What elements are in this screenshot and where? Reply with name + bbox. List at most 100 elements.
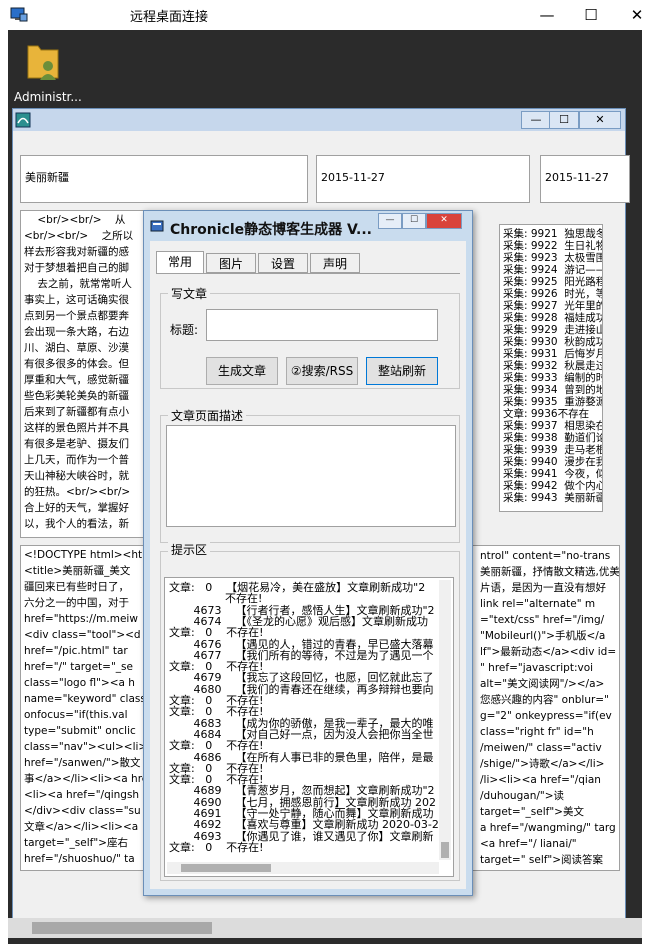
app-maximize-button[interactable]: ☐ xyxy=(549,111,579,129)
article-text-line: 事实上，这可话确实很 xyxy=(24,294,129,306)
dialog-minimize-button[interactable]: — xyxy=(378,213,402,229)
app-icon xyxy=(15,112,31,128)
tab-images[interactable]: 图片 xyxy=(206,253,256,273)
article-text-line: 厚重和大气，感觉新疆 xyxy=(24,374,129,386)
tab-general[interactable]: 常用 xyxy=(156,251,204,273)
remote-desktop-icon xyxy=(10,7,28,22)
list-item: 采集: 9935 重游婺源 xyxy=(503,396,603,408)
desktop-horizontal-scrollbar[interactable] xyxy=(8,918,642,938)
log-line: 文章: 0 不存在! xyxy=(169,840,264,854)
html-source-line-right: "Mobileurl()">手机版</a xyxy=(480,630,606,642)
list-item: 采集: 9926 时光，等 xyxy=(503,288,603,300)
html-source-line-right: 美丽新疆，抒情散文精选,优美 xyxy=(480,566,619,578)
dialog-maximize-button[interactable]: ☐ xyxy=(402,213,426,229)
article-text-line: 会出现一条大路，右边 xyxy=(24,326,129,338)
minimize-button[interactable]: — xyxy=(532,4,562,26)
article-text-line: 样去形容我对新疆的感 xyxy=(24,246,129,258)
html-source-line-right: 片语，是因为一直没有想好 xyxy=(480,582,606,594)
desktop-icon-label[interactable]: Administr... xyxy=(14,90,82,104)
list-item: 采集: 9930 秋韵成功 xyxy=(503,336,603,348)
rdp-titlebar: 远程桌面连接 — ☐ ✕ xyxy=(0,0,668,30)
article-content-pane[interactable]: <br/><br/> 从 <br/><br/> 之所以 样去形容我对新疆的感 对于梦想… xyxy=(20,210,146,538)
site-refresh-button[interactable]: 整站刷新 xyxy=(366,357,438,385)
log-line: 4689 【青葱岁月，忽而想起】文章刷新成功"2 xyxy=(169,784,435,798)
list-item: 采集: 9940 漫步在我 xyxy=(503,456,603,468)
article-text-line: 的狂热。<br/><br/> xyxy=(24,486,131,498)
article-title-field[interactable]: 美丽新疆 xyxy=(20,155,308,203)
dialog-close-button[interactable]: ✕ xyxy=(426,213,462,229)
article-text-line: 合上好的天气，掌握好 xyxy=(24,502,129,514)
list-item: 采集: 9923 太极雪围 xyxy=(503,252,603,264)
html-source-line-right: g="2" onkeypress="if(ev xyxy=(480,710,612,722)
generate-article-button[interactable]: 生成文章 xyxy=(206,357,278,385)
chronicle-dialog: Chronicle静态博客生成器 V... — ☐ ✕ 常用 图片 设置 声明 … xyxy=(143,210,473,896)
list-item: 采集: 9937 相思染在 xyxy=(503,420,603,432)
html-source-line-right: 您感兴趣的内容" onblur=" xyxy=(480,694,609,706)
scrollbar-thumb[interactable] xyxy=(32,922,212,934)
log-line: 文章: 0 不存在! xyxy=(169,705,264,719)
maximize-button[interactable]: ☐ xyxy=(576,4,606,26)
app-close-button[interactable]: ✕ xyxy=(579,111,621,129)
dialog-app-icon xyxy=(150,220,164,232)
hint-log-textarea[interactable]: 文章: 0 【烟花易冷，美在盛放】文章刷新成功"2 不存在! 4673 【行者行… xyxy=(164,577,454,877)
list-item: 采集: 9924 游记—— xyxy=(503,264,603,276)
list-item: 采集: 9939 走马老根 xyxy=(503,444,603,456)
log-line: 文章: 0 不存在! xyxy=(169,626,264,640)
list-item: 采集: 9933 编制的时 xyxy=(503,372,603,384)
log-hscroll-thumb[interactable] xyxy=(181,864,271,872)
tab-statement[interactable]: 声明 xyxy=(310,253,360,273)
list-item: 采集: 9925 阳光路程 xyxy=(503,276,603,288)
html-source-line-right: lf">最新动态</a><div id= xyxy=(480,646,617,658)
list-item: 采集: 9922 生日礼物 xyxy=(503,240,603,252)
html-source-right-column: ntrol" content="no-trans 美丽新疆，抒情散文精选,优美 片语… xyxy=(477,547,619,869)
list-item: 采集: 9934 曾到的地 xyxy=(503,384,603,396)
list-item: 采集: 9932 秋晨走过 xyxy=(503,360,603,372)
title-input[interactable] xyxy=(206,309,438,341)
article-text-line: 点到另一个景点都要奔 xyxy=(24,310,129,322)
date-field-2[interactable]: 2015-11-27 xyxy=(540,155,630,203)
close-button[interactable]: ✕ xyxy=(622,4,652,26)
html-source-line-right: link rel="alternate" m xyxy=(480,598,596,610)
article-text-line: 去之前，就常常听人 xyxy=(24,278,132,290)
log-scroll-thumb[interactable] xyxy=(441,842,449,858)
article-text-line: 些色彩美轮美奂的新疆 xyxy=(24,390,129,402)
article-text-line: 有很多是老驴、摄友们 xyxy=(24,438,129,450)
html-source-line-right: " href="javascript:voi xyxy=(480,662,594,674)
html-source-line-right: /li><li><a href="/qian xyxy=(480,774,601,786)
log-vertical-scrollbar[interactable] xyxy=(439,580,451,860)
tab-settings[interactable]: 设置 xyxy=(258,253,308,273)
list-item: 文章: 9936不存在 xyxy=(503,408,590,420)
article-text-line: 上几天，而作为一个普 xyxy=(24,454,129,466)
article-text-line: 这样的景色照片并不具 xyxy=(24,422,129,434)
dialog-body: 常用 图片 设置 声明 写文章 标题: 生成文章 ②搜索/RSS 整站刷新 文章… xyxy=(150,241,466,889)
user-folder-icon[interactable] xyxy=(26,40,60,84)
list-item: 采集: 9938 勤道们论 xyxy=(503,432,603,444)
log-line: 不存在! xyxy=(169,592,263,606)
folder-user-icon xyxy=(27,45,59,80)
html-source-line-right: a href="/wangming/" targ xyxy=(480,822,616,834)
date-field-1[interactable]: 2015-11-27 xyxy=(316,155,530,203)
article-text-line: 以，我个人的看法，新 xyxy=(24,518,129,530)
window-right-border xyxy=(642,30,668,944)
list-item: 采集: 9942 做个内心 xyxy=(503,480,603,492)
article-text-line: 对于梦想着把自己的脚 xyxy=(24,262,129,274)
html-source-line-right: <a href="/ lianai/" xyxy=(480,838,577,850)
log-line: 文章: 0 不存在! xyxy=(169,739,264,753)
html-source-line-right: target="_self">美文 xyxy=(480,806,584,818)
search-rss-button[interactable]: ②搜索/RSS xyxy=(286,357,358,385)
app-minimize-button[interactable]: — xyxy=(521,111,551,129)
collected-articles-list[interactable]: 采集: 9921 独思哉冬 采集: 9922 生日礼物 采集: 9923 太极雪围采… xyxy=(499,224,603,512)
list-item: 采集: 9928 福娃成功 xyxy=(503,312,603,324)
description-group-label: 文章页面描述 xyxy=(168,407,247,424)
html-source-line-right: /shige/">诗歌</a></li> xyxy=(480,758,605,770)
page-description-textarea[interactable] xyxy=(166,425,456,527)
tab-divider xyxy=(156,273,460,274)
window-left-border xyxy=(0,30,8,944)
hint-group-label: 提示区 xyxy=(168,541,211,558)
title-label: 标题: xyxy=(170,323,199,337)
dialog-title: Chronicle静态博客生成器 V... xyxy=(170,222,372,238)
log-horizontal-scrollbar[interactable] xyxy=(167,862,439,874)
html-source-line-right: ntrol" content="no-trans xyxy=(480,550,611,562)
list-item: 采集: 9927 光年里的 xyxy=(503,300,603,312)
article-text-line: <br/><br/> 从 xyxy=(24,214,126,226)
